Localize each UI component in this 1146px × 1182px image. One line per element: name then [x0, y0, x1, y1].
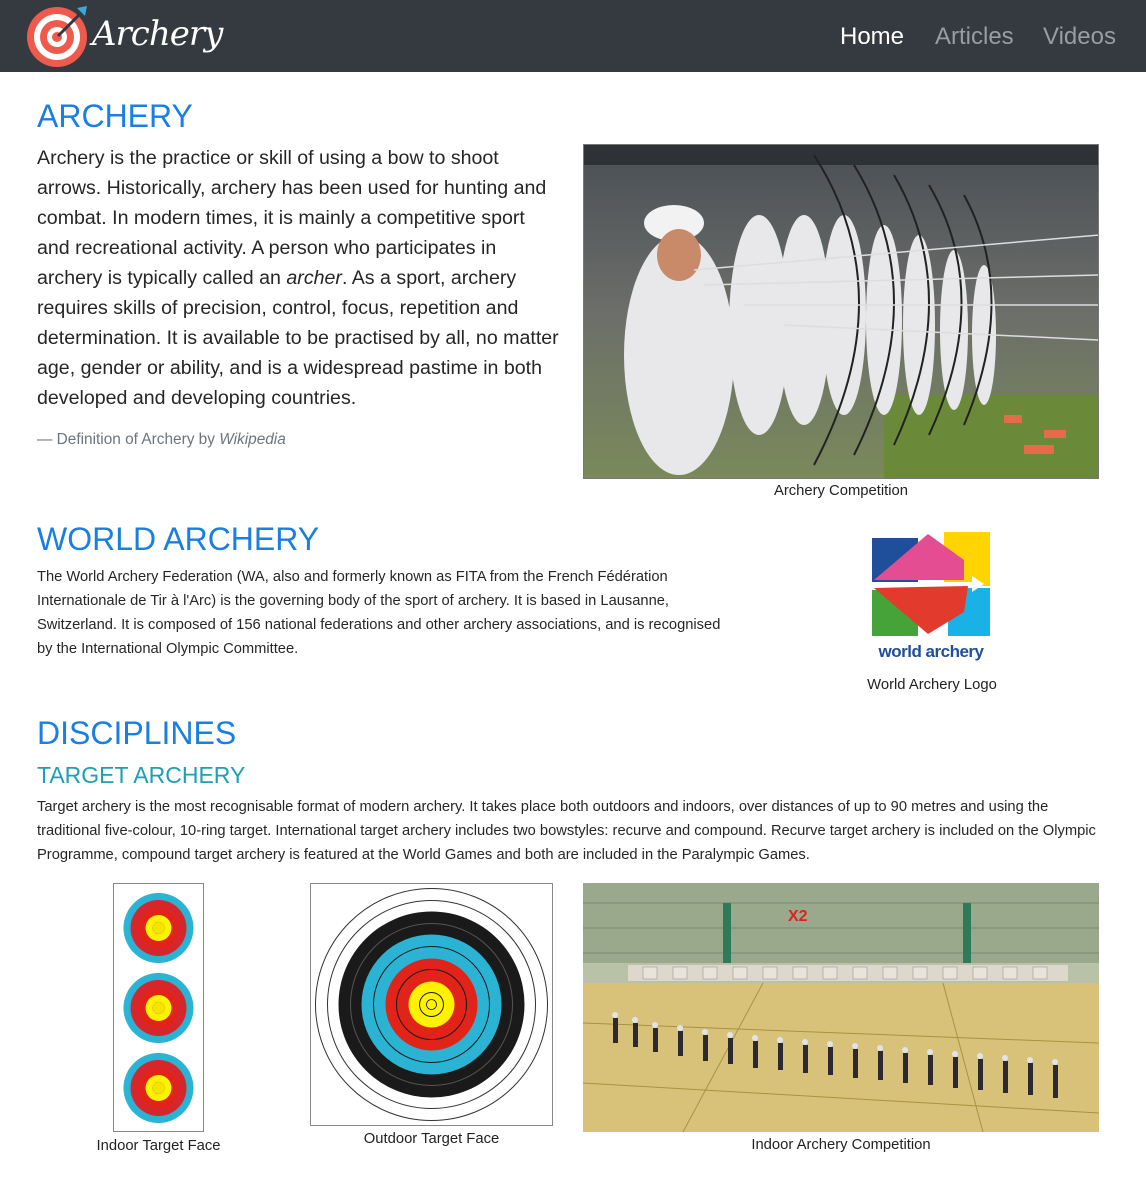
indoor-competition-caption: Indoor Archery Competition: [751, 1137, 931, 1153]
archery-competition-image: [583, 144, 1099, 479]
archery-definition: Archery is the practice or skill of usin…: [37, 143, 562, 413]
nav-articles[interactable]: Articles: [935, 22, 1014, 52]
target-archery-text: Target archery is the most recognisable …: [37, 799, 1096, 863]
citation-prefix: — Definition of Archery by: [37, 431, 220, 448]
archery-target-logo-icon[interactable]: [25, 4, 89, 68]
nav-videos[interactable]: Videos: [1043, 22, 1116, 52]
definition-citation: — Definition of Archery by Wikipedia: [37, 428, 286, 452]
hall-banner: X2: [788, 908, 808, 925]
indoor-target-caption: Indoor Target Face: [96, 1138, 221, 1154]
navbar: Archery Home Articles Videos: [0, 0, 1146, 72]
archery-image-caption: Archery Competition: [773, 483, 909, 499]
outdoor-target-face-image: [310, 883, 553, 1126]
citation-source: Wikipedia: [219, 431, 286, 448]
definition-emphasis: archer: [286, 267, 342, 289]
archery-heading: ARCHERY: [37, 98, 193, 134]
nav-home[interactable]: Home: [840, 22, 904, 52]
brand-wordmark[interactable]: Archery: [92, 0, 223, 68]
world-archery-heading: WORLD ARCHERY: [37, 521, 320, 557]
outdoor-target-caption: Outdoor Target Face: [363, 1131, 500, 1147]
disciplines-heading: DISCIPLINES: [37, 715, 237, 751]
indoor-competition-image: X2: [583, 883, 1099, 1132]
target-archery-heading: TARGET ARCHERY: [37, 762, 246, 788]
world-archery-text: The World Archery Federation (WA, also a…: [37, 569, 721, 657]
logo-wordmark: world archery: [878, 642, 985, 661]
world-archery-logo-mark: [872, 532, 990, 636]
world-archery-logo-caption: World Archery Logo: [867, 677, 997, 693]
world-archery-logo: world archery: [868, 530, 994, 670]
indoor-target-face-image: [113, 883, 204, 1132]
